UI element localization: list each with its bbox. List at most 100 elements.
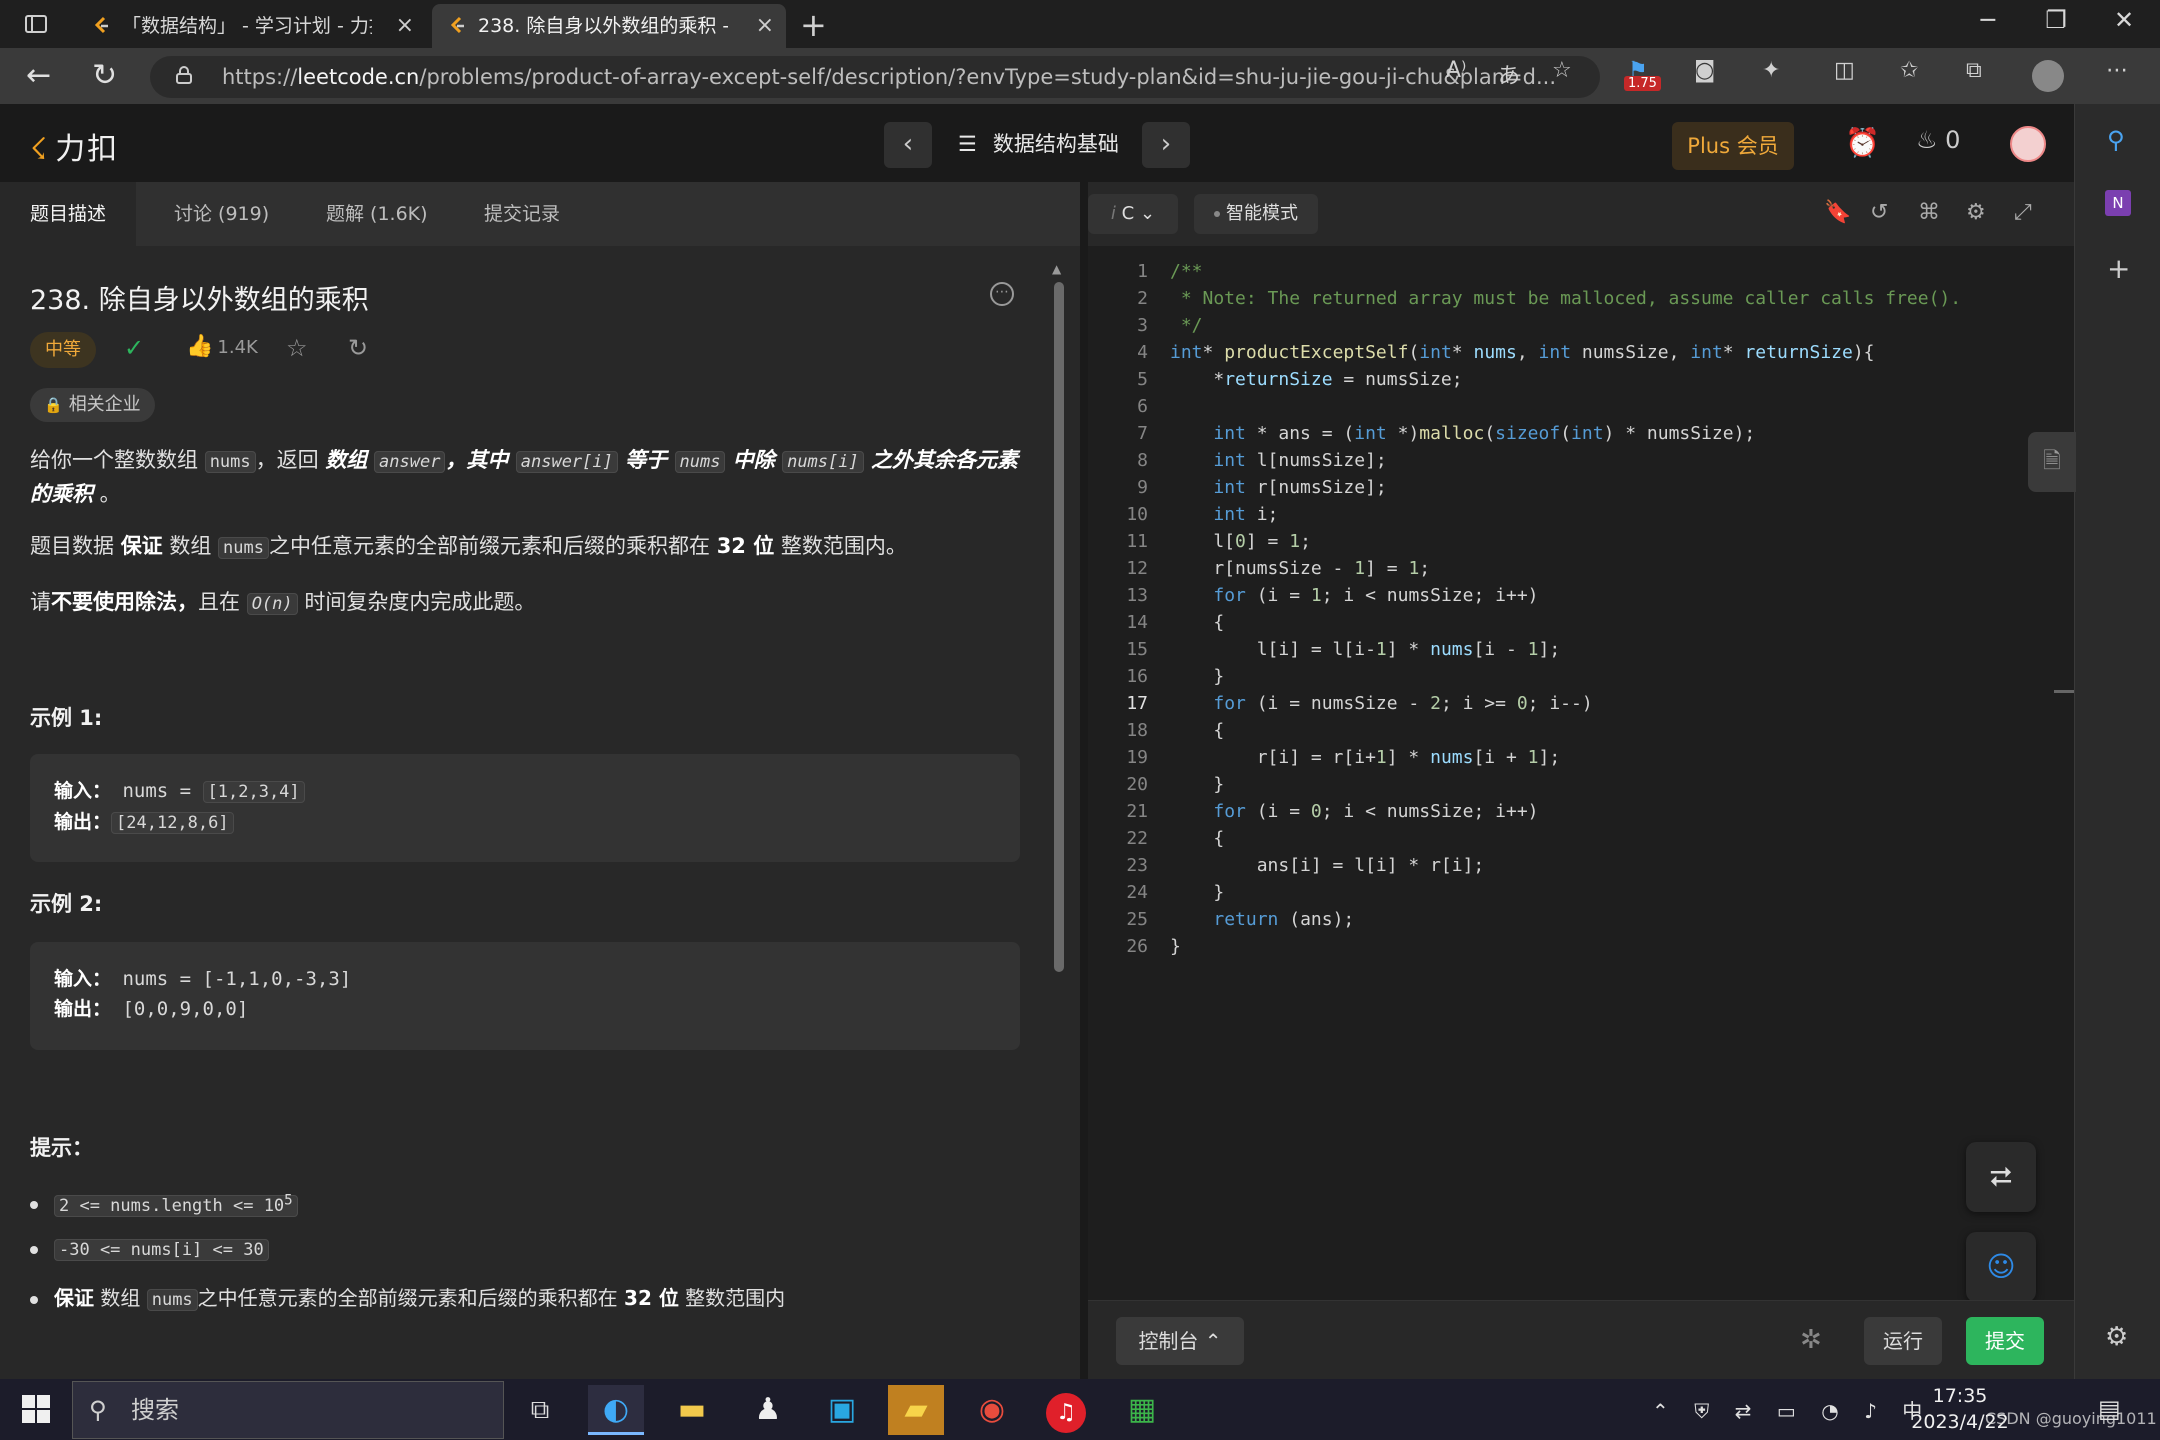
plus-member-button[interactable]: Plus 会员 (1672, 122, 1794, 170)
tab-description[interactable]: 题目描述 (0, 182, 137, 246)
onenote-icon[interactable]: N (2105, 190, 2131, 216)
editor-settings-icon[interactable]: ⚙ (1966, 200, 1986, 225)
code-line: 19 r[i] = r[i+1] * nums[i + 1]; (1126, 747, 1561, 768)
code-line: 7 int * ans = (int *)malloc(sizeof(int) … (1137, 423, 1756, 444)
task-view-icon[interactable]: ⧉ (512, 1385, 568, 1435)
collections-icon[interactable]: ⧉ (1966, 58, 1982, 83)
browser-tab-study-plan[interactable]: 「数据结构」 - 学习计划 - 力扣 × (76, 4, 426, 48)
scroll-thumb[interactable] (1054, 282, 1064, 972)
share-icon[interactable]: ↻ (348, 334, 368, 362)
profile-avatar[interactable] (2032, 60, 2064, 92)
description-scrollbar[interactable]: ▲ ▼ (1052, 262, 1066, 1372)
close-window-icon[interactable]: ✕ (2094, 6, 2154, 34)
favorite-add-icon[interactable]: ☆ (1552, 58, 1572, 83)
wifi-icon[interactable]: ◔ (1821, 1399, 1838, 1423)
logo-text: 力扣 (55, 132, 120, 167)
tab-actions-icon (25, 15, 47, 33)
tab-discussion[interactable]: 讨论 (919) (144, 182, 299, 246)
tab-solutions[interactable]: 题解 (1.6K) (296, 182, 458, 246)
more-options-icon[interactable]: ⋯ (990, 282, 1014, 306)
code-line: 1/** (1137, 261, 1203, 282)
refresh-icon[interactable]: ↻ (92, 58, 117, 93)
bookmark-icon[interactable]: 🔖 (1824, 200, 1851, 225)
editor-scroll-marker (2054, 690, 2074, 693)
tab-submissions[interactable]: 提交记录 (454, 182, 590, 246)
related-companies-tag[interactable]: 🔒 相关企业 (30, 388, 155, 422)
shortcut-icon[interactable]: ⌘ (1918, 200, 1940, 225)
streak-counter[interactable]: ♨ 0 (1916, 126, 1960, 154)
translate-icon[interactable]: あ (1498, 58, 1520, 90)
alarm-clock-icon[interactable]: ⏰ (1845, 126, 1880, 159)
study-plan-title[interactable]: ☰ 数据结构基础 (958, 124, 1119, 164)
edge-browser-icon[interactable]: ◐ (588, 1385, 644, 1435)
editor-panel: i C ⌄ 智能模式 🔖 ↺ ⌘ ⚙ ⤢ 1/** 2 * Note: The … (1088, 182, 2076, 1379)
reset-code-icon[interactable]: ↺ (1870, 200, 1888, 225)
user-avatar[interactable] (2010, 126, 2046, 162)
security-icon[interactable]: ⛨ (1694, 1399, 1709, 1423)
puzzle-icon[interactable]: ✦ (1762, 58, 1780, 83)
code-editor[interactable]: 1/** 2 * Note: The returned array must b… (1088, 258, 2074, 1258)
console-button[interactable]: 控制台 ⌃ (1116, 1317, 1244, 1365)
leetcode-header: ☇ 力扣 ‹ ☰ 数据结构基础 › Plus 会员 ⏰ ♨ 0 (0, 104, 2074, 182)
search-icon[interactable]: ⚲ (2107, 126, 2125, 154)
split-screen-icon[interactable]: ◫ (1834, 58, 1855, 83)
minimize-icon[interactable]: ─ (1958, 6, 2018, 34)
windows-start-icon[interactable] (22, 1395, 50, 1423)
qq-icon[interactable]: ♟ (740, 1385, 796, 1435)
code-line: 25 return (ans); (1126, 909, 1355, 930)
browser-tab-problem[interactable]: 238. 除自身以外数组的乘积 - 力扣 × (432, 4, 786, 48)
scroll-up-icon[interactable]: ▲ (1052, 262, 1061, 276)
chat-assistant-icon[interactable]: ☺ (1966, 1232, 2036, 1302)
favorites-icon[interactable]: ✩ (1900, 58, 1918, 83)
file-explorer-icon[interactable]: ▬ (664, 1385, 720, 1435)
example-2-input: 输入： nums = [-1,1,0,-3,3] (54, 968, 352, 990)
close-tab-icon[interactable]: × (756, 4, 774, 48)
taskbar-search-field[interactable]: ⚲ 搜索 (72, 1381, 504, 1439)
run-button[interactable]: 运行 (1864, 1317, 1942, 1365)
debug-icon[interactable]: ✲ (1800, 1325, 1822, 1355)
tab-actions-button[interactable] (16, 10, 56, 38)
code-line: 26} (1126, 936, 1181, 957)
back-icon[interactable]: ← (26, 58, 51, 93)
code-line-current: 17 for (i = numsSize - 2; i >= 0; i--) (1126, 693, 1593, 714)
prev-problem-button[interactable]: ‹ (884, 122, 932, 168)
thumbs-up-icon: 👍 (186, 334, 214, 359)
code-line: 15 l[i] = l[i-1] * nums[i - 1]; (1126, 639, 1561, 660)
extension-icon[interactable]: ◙ (1694, 58, 1715, 83)
star-icon[interactable]: ☆ (286, 334, 308, 362)
restore-icon[interactable]: ❐ (2026, 6, 2086, 34)
next-problem-button[interactable]: › (1142, 122, 1190, 168)
chrome-icon[interactable]: ◉ (964, 1385, 1020, 1435)
code-line: 16 } (1126, 666, 1225, 687)
url-field[interactable]: https://leetcode.cn/problems/product-of-… (150, 56, 1600, 98)
fullscreen-icon[interactable]: ⤢ (2014, 200, 2032, 225)
battery-icon[interactable]: ▭ (1777, 1399, 1796, 1423)
language-select[interactable]: i C ⌄ (1088, 194, 1178, 234)
leetcode-logo[interactable]: ☇ 力扣 (30, 124, 119, 168)
network-switch-icon[interactable]: ⇄ (1735, 1399, 1752, 1423)
code-line: 2 * Note: The returned array must be mal… (1137, 288, 1962, 309)
notification-icon[interactable]: ▤ (2098, 1395, 2121, 1423)
example-2-box: 输入： nums = [-1,1,0,-3,3] 输出： [0,0,9,0,0] (30, 942, 1020, 1050)
remote-app-icon[interactable]: ▣ (814, 1385, 870, 1435)
like-button[interactable]: 👍 1.4K (186, 334, 258, 359)
more-menu-icon[interactable]: ⋯ (2106, 58, 2128, 83)
address-toolbar: ← ↻ https://leetcode.cn/problems/product… (0, 48, 2160, 104)
submit-button[interactable]: 提交 (1966, 1317, 2044, 1365)
description-paragraph-1: 给你一个整数数组 nums ，返回 数组 answer ，其中 answer[i] … (30, 448, 1019, 506)
gear-icon[interactable]: ⚙ (2105, 1322, 2128, 1352)
netease-music-icon[interactable]: ♫ (1038, 1385, 1094, 1435)
sticky-notes-icon[interactable]: ▰ (888, 1385, 944, 1435)
add-icon[interactable]: + (2107, 252, 2130, 285)
file-icon[interactable]: 🗎 (2028, 432, 2076, 492)
chevron-up-icon[interactable]: ⌃ (1652, 1399, 1669, 1423)
smart-mode-toggle[interactable]: 智能模式 (1194, 194, 1318, 234)
read-aloud-icon[interactable]: A⁾ (1446, 58, 1466, 83)
office-app-icon[interactable]: ▦ (1114, 1385, 1170, 1435)
close-tab-icon[interactable]: × (396, 4, 414, 48)
like-count: 1.4K (217, 337, 258, 358)
example-2-output: 输出： [0,0,9,0,0] (54, 998, 249, 1020)
layout-switch-icon[interactable]: ⮂ (1966, 1142, 2036, 1212)
new-tab-button[interactable]: + (800, 6, 827, 44)
volume-icon[interactable]: ♪ (1864, 1399, 1877, 1423)
